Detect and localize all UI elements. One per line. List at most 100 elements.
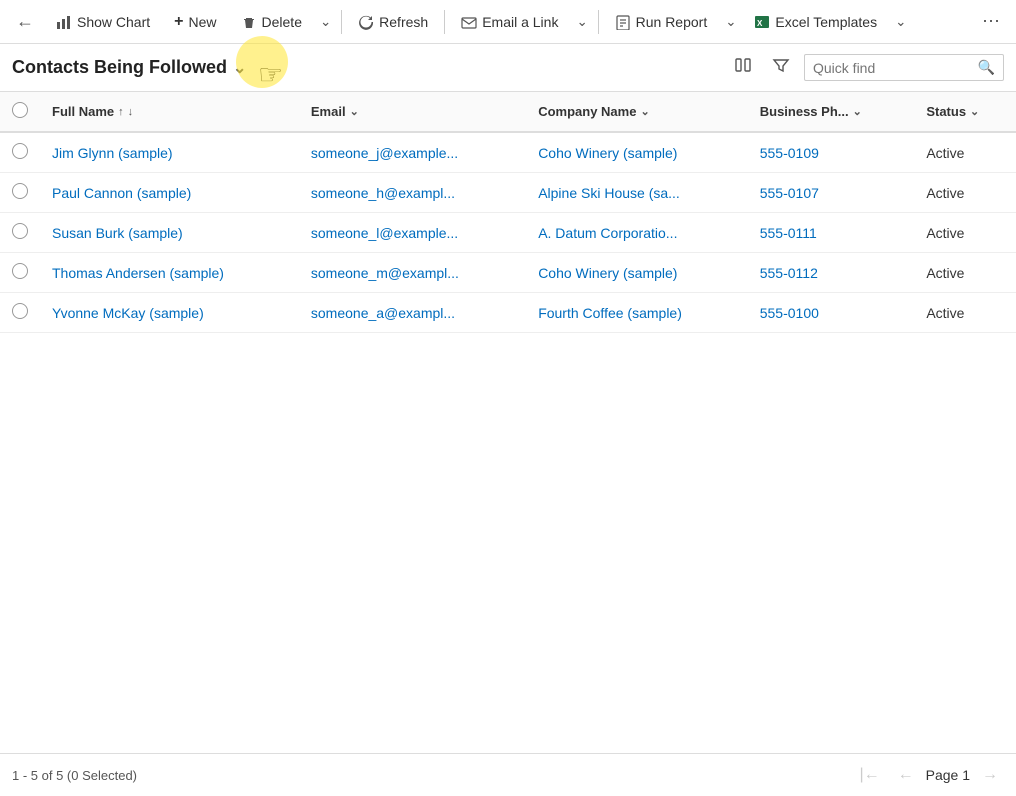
run-report-button[interactable]: Run Report <box>605 8 718 36</box>
page-label: Page 1 <box>926 767 970 783</box>
plus-icon: + <box>174 13 183 31</box>
row-select-cell[interactable] <box>0 173 40 213</box>
table-row: Jim Glynn (sample) someone_j@example... … <box>0 132 1016 173</box>
title-dropdown-chevron[interactable]: ⌄ <box>233 58 246 78</box>
col-label-email: Email <box>311 104 346 119</box>
row-select-cell[interactable] <box>0 253 40 293</box>
cell-business-phone: 555-0109 <box>748 132 915 173</box>
col-header-business-phone[interactable]: Business Ph... ⌄ <box>748 92 915 132</box>
next-page-button[interactable]: → <box>976 762 1004 788</box>
email-sort-icon[interactable]: ⌄ <box>350 105 359 118</box>
phone-link[interactable]: 555-0111 <box>760 225 817 241</box>
email-link-button[interactable]: Email a Link <box>451 8 568 36</box>
filter-button[interactable] <box>766 52 796 83</box>
cell-email: someone_j@example... <box>299 132 526 173</box>
phone-sort-icon[interactable]: ⌄ <box>853 105 862 118</box>
refresh-label: Refresh <box>379 14 428 30</box>
cell-status: Active <box>914 253 1016 293</box>
excel-templates-button[interactable]: X Excel Templates <box>744 8 887 36</box>
email-link[interactable]: someone_h@exampl... <box>311 185 455 201</box>
row-select-cell[interactable] <box>0 293 40 333</box>
back-button[interactable]: ← <box>8 5 42 38</box>
status-sort-icon[interactable]: ⌄ <box>970 105 979 118</box>
cell-email: someone_l@example... <box>299 213 526 253</box>
full-name-link[interactable]: Jim Glynn (sample) <box>52 145 173 161</box>
column-chooser-button[interactable] <box>728 52 758 83</box>
more-options-button[interactable]: ⋯ <box>974 5 1008 38</box>
row-radio-2[interactable] <box>12 223 28 239</box>
company-sort-icon[interactable]: ⌄ <box>640 105 649 118</box>
email-link[interactable]: someone_l@example... <box>311 225 458 241</box>
search-box[interactable]: 🔍 <box>804 54 1004 81</box>
company-name-link[interactable]: Coho Winery (sample) <box>538 265 677 281</box>
filter-icon <box>772 56 790 74</box>
search-icon: 🔍 <box>978 59 995 76</box>
table-row: Yvonne McKay (sample) someone_a@exampl..… <box>0 293 1016 333</box>
run-report-dropdown-button[interactable]: ⌄ <box>721 8 740 36</box>
cell-business-phone: 555-0100 <box>748 293 915 333</box>
svg-text:X: X <box>757 19 763 28</box>
delete-dropdown-button[interactable]: ⌄ <box>316 8 335 36</box>
col-header-company-name[interactable]: Company Name ⌄ <box>526 92 748 132</box>
cell-status: Active <box>914 293 1016 333</box>
table-body: Jim Glynn (sample) someone_j@example... … <box>0 132 1016 333</box>
delete-button[interactable]: Delete <box>231 8 312 36</box>
email-link[interactable]: someone_a@exampl... <box>311 305 455 321</box>
run-report-label: Run Report <box>636 14 708 30</box>
full-name-link[interactable]: Yvonne McKay (sample) <box>52 305 204 321</box>
row-radio-1[interactable] <box>12 183 28 199</box>
row-radio-0[interactable] <box>12 143 28 159</box>
email-link-label: Email a Link <box>482 14 558 30</box>
search-input[interactable] <box>813 60 972 76</box>
table-row: Paul Cannon (sample) someone_h@exampl...… <box>0 173 1016 213</box>
sort-asc-icon[interactable]: ↑ <box>118 106 124 118</box>
company-name-link[interactable]: Alpine Ski House (sa... <box>538 185 680 201</box>
row-radio-4[interactable] <box>12 303 28 319</box>
sort-desc-icon[interactable]: ↓ <box>128 106 134 118</box>
email-link[interactable]: someone_m@exampl... <box>311 265 459 281</box>
company-name-link[interactable]: Coho Winery (sample) <box>538 145 677 161</box>
excel-dropdown-button[interactable]: ⌄ <box>891 8 910 36</box>
col-header-email[interactable]: Email ⌄ <box>299 92 526 132</box>
table-row: Susan Burk (sample) someone_l@example...… <box>0 213 1016 253</box>
footer-info: 1 - 5 of 5 (0 Selected) <box>12 768 137 783</box>
select-all-radio[interactable] <box>12 102 28 118</box>
cell-company-name: Coho Winery (sample) <box>526 132 748 173</box>
excel-icon: X <box>754 14 770 30</box>
row-select-cell[interactable] <box>0 132 40 173</box>
cell-email: someone_a@exampl... <box>299 293 526 333</box>
full-name-link[interactable]: Susan Burk (sample) <box>52 225 183 241</box>
new-button[interactable]: + New <box>164 7 226 37</box>
col-header-full-name[interactable]: Full Name ↑ ↓ <box>40 92 299 132</box>
row-radio-3[interactable] <box>12 263 28 279</box>
cell-status: Active <box>914 132 1016 173</box>
full-name-link[interactable]: Paul Cannon (sample) <box>52 185 191 201</box>
show-chart-button[interactable]: Show Chart <box>46 8 160 36</box>
row-select-cell[interactable] <box>0 213 40 253</box>
cell-business-phone: 555-0112 <box>748 253 915 293</box>
first-page-button[interactable]: |← <box>853 762 885 788</box>
footer: 1 - 5 of 5 (0 Selected) |← ← Page 1 → <box>0 753 1016 796</box>
prev-page-button[interactable]: ← <box>892 762 920 788</box>
col-header-status[interactable]: Status ⌄ <box>914 92 1016 132</box>
excel-templates-label: Excel Templates <box>775 14 877 30</box>
email-link[interactable]: someone_j@example... <box>311 145 458 161</box>
divider-1 <box>341 10 342 34</box>
show-chart-label: Show Chart <box>77 14 150 30</box>
phone-link[interactable]: 555-0112 <box>760 265 818 281</box>
phone-link[interactable]: 555-0109 <box>760 145 819 161</box>
refresh-button[interactable]: Refresh <box>348 8 438 36</box>
col-label-status: Status <box>926 104 966 119</box>
email-dropdown-button[interactable]: ⌄ <box>572 8 591 36</box>
phone-link[interactable]: 555-0107 <box>760 185 819 201</box>
cell-full-name: Susan Burk (sample) <box>40 213 299 253</box>
select-all-header[interactable] <box>0 92 40 132</box>
cell-full-name: Yvonne McKay (sample) <box>40 293 299 333</box>
col-label-business-phone: Business Ph... <box>760 104 849 119</box>
company-name-link[interactable]: A. Datum Corporatio... <box>538 225 677 241</box>
phone-link[interactable]: 555-0100 <box>760 305 819 321</box>
full-name-link[interactable]: Thomas Andersen (sample) <box>52 265 224 281</box>
company-name-link[interactable]: Fourth Coffee (sample) <box>538 305 682 321</box>
delete-label: Delete <box>262 14 302 30</box>
list-header: Contacts Being Followed ⌄ 🔍 <box>0 44 1016 92</box>
